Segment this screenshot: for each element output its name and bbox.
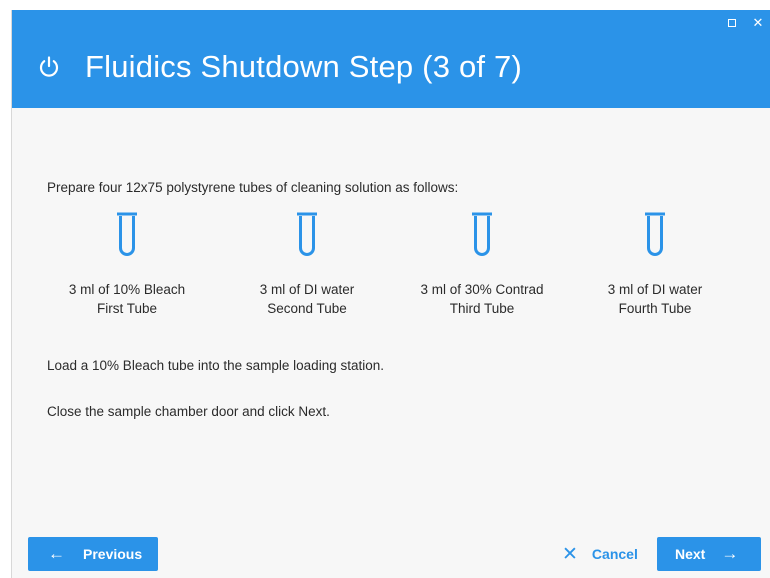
tube-item-third: 3 ml of 30% Contrad Third Tube (397, 212, 567, 318)
tube-order-label: First Tube (96, 301, 158, 316)
power-icon (39, 56, 59, 77)
window-controls: ✕ (725, 16, 765, 30)
test-tube-icon (297, 212, 317, 256)
title-bar: ✕ Fluidics Shutdown Step (3 of 7) (12, 10, 770, 108)
cancel-button[interactable]: ✕ Cancel (562, 537, 638, 571)
tube-order-label: Third Tube (449, 301, 515, 316)
next-button[interactable]: Next → (657, 537, 761, 571)
test-tube-icon (472, 212, 492, 256)
maximize-button[interactable] (725, 16, 739, 30)
tube-list: 3 ml of 10% Bleach First Tube 3 ml of DI… (42, 212, 762, 332)
previous-button-label: Previous (83, 546, 143, 562)
previous-button[interactable]: ← Previous (28, 537, 158, 571)
close-window-button[interactable]: ✕ (751, 16, 765, 30)
page-title: Fluidics Shutdown Step (3 of 7) (85, 49, 522, 84)
tube-solution-label: 3 ml of DI water (259, 282, 355, 297)
test-tube-icon (645, 212, 665, 256)
close-icon: ✕ (562, 543, 578, 565)
tube-order-label: Second Tube (267, 301, 347, 316)
wizard-window: ✕ Fluidics Shutdown Step (3 of 7) Prepar… (11, 10, 770, 578)
tube-item-second: 3 ml of DI water Second Tube (222, 212, 392, 318)
tube-solution-label: 3 ml of 30% Contrad (420, 282, 544, 297)
tube-order-label: Fourth Tube (618, 301, 692, 316)
maximize-icon (728, 19, 736, 27)
test-tube-icon (117, 212, 137, 256)
close-instruction: Close the sample chamber door and click … (47, 404, 330, 419)
tube-solution-label: 3 ml of DI water (607, 282, 703, 297)
load-instruction: Load a 10% Bleach tube into the sample l… (47, 358, 384, 373)
intro-text: Prepare four 12x75 polystyrene tubes of … (47, 180, 459, 195)
tube-solution-label: 3 ml of 10% Bleach (68, 282, 186, 297)
tube-item-fourth: 3 ml of DI water Fourth Tube (570, 212, 740, 318)
arrow-right-icon: → (721, 544, 739, 563)
cancel-button-label: Cancel (591, 546, 638, 562)
tube-item-first: 3 ml of 10% Bleach First Tube (42, 212, 212, 318)
next-button-label: Next (675, 546, 706, 562)
arrow-left-icon: ← (48, 544, 65, 563)
